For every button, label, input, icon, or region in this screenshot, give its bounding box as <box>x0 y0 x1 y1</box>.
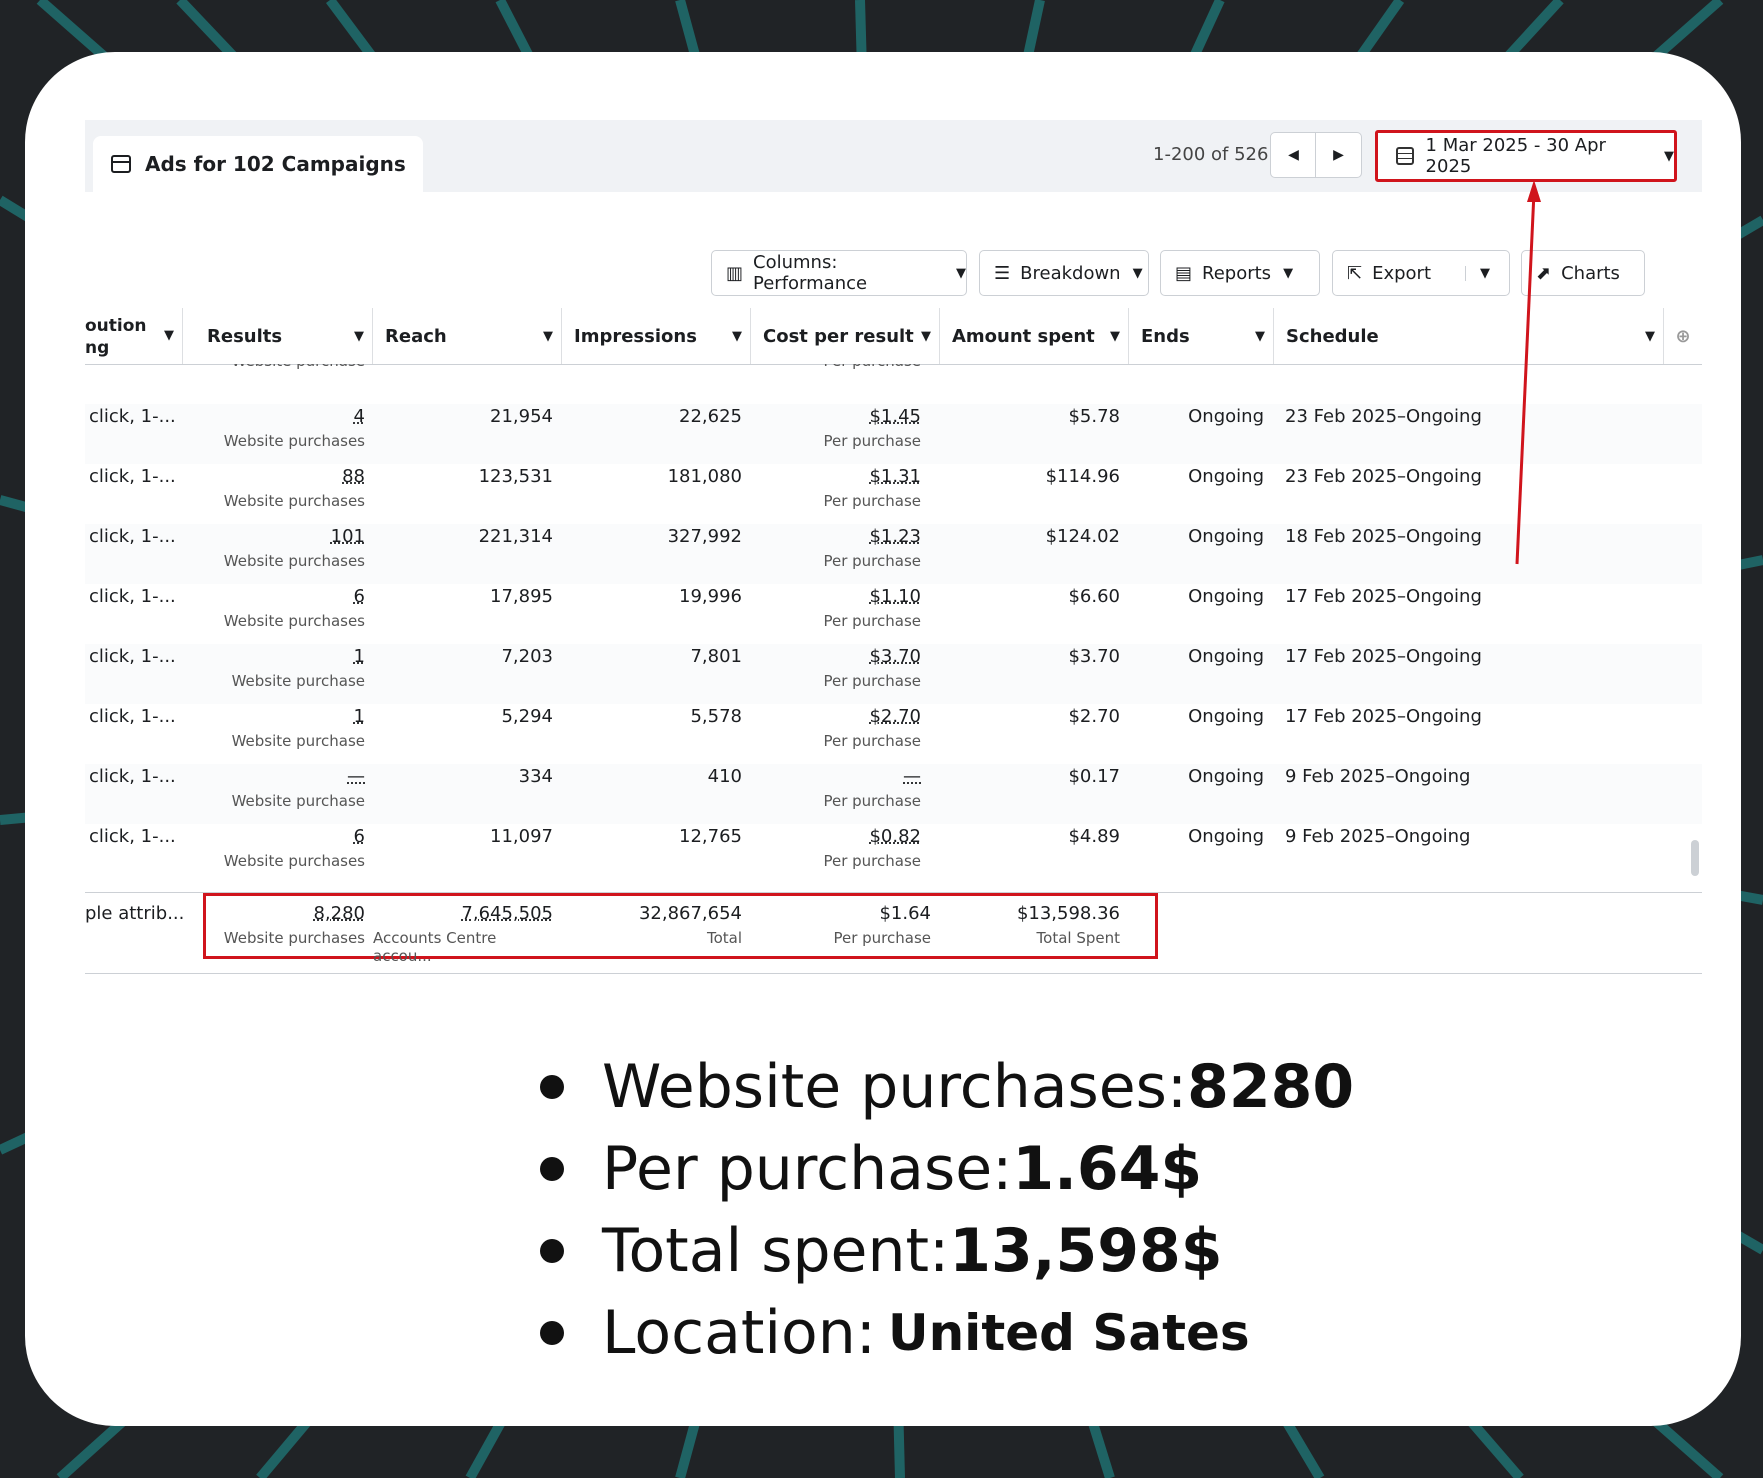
table-cell-results_sub: Website purchases <box>223 852 365 870</box>
table-cell-attr: click, 1-... <box>89 706 176 727</box>
table-cell-cpr: $3.70 <box>869 646 921 667</box>
table-cell-schedule: 9 Feb 2025–Ongoing <box>1285 766 1471 787</box>
table-row[interactable]: click, 1-... 6 Website purchases 11,097 12,7… <box>85 824 1702 884</box>
totals-cost-per-result: $1.64 <box>879 903 931 924</box>
bullet-icon <box>540 1239 564 1263</box>
table-cell-results: 6 <box>353 826 365 847</box>
table-cell-results_sub: Website purchase <box>231 672 365 690</box>
table-cell-cpr_sub: Per purchase <box>823 672 921 690</box>
table-cell-reach: 11,097 <box>490 826 553 847</box>
table-cell-impressions: 5,578 <box>690 706 742 727</box>
table-cell-results_sub: Website purchase <box>231 792 365 810</box>
table-cell-cpr: — <box>903 766 921 787</box>
table-cell-ends: Ongoing <box>1188 646 1264 667</box>
totals-reach: 7,645,505 <box>461 903 553 924</box>
content-card: Ads for 102 Campaigns 1-200 of 526 ◀ ▶ 1… <box>25 52 1741 1426</box>
bullet-icon <box>540 1075 564 1099</box>
table-cell-results_sub: Website purchase <box>231 732 365 750</box>
totals-cost-per-result-sub: Per purchase <box>833 929 931 947</box>
table-cell-ends: Ongoing <box>1188 826 1264 847</box>
table-cell-cpr_sub: Per purchase <box>823 612 921 630</box>
table-cell-cpr: $2.70 <box>869 706 921 727</box>
table-cell-results: 1 <box>353 646 365 667</box>
table-cell-attr: click, 1-... <box>89 586 176 607</box>
table-cell-impressions: 410 <box>707 766 742 787</box>
table-cell-spent: $0.17 <box>1068 766 1120 787</box>
totals-reach-sub: Accounts Centre accou... <box>373 929 497 965</box>
table-cell-attr: click, 1-... <box>89 646 176 667</box>
table-cell-results_sub: Website purchases <box>223 612 365 630</box>
totals-row: ple attrib... 8,280 Website purchases 7,… <box>85 892 1702 974</box>
totals-results: 8,280 <box>313 903 365 924</box>
arrow-head-icon <box>1527 180 1541 202</box>
summary-item: Location: United Sates <box>540 1298 1250 1368</box>
summary-item: Per purchase: 1.64$ <box>540 1134 1202 1204</box>
table-cell-results: 1 <box>353 706 365 727</box>
annotation-arrow <box>1515 180 1541 565</box>
table-row[interactable]: click, 1-... 1 Website purchase 7,203 7,801 $… <box>85 644 1702 704</box>
table-cell-schedule: 9 Feb 2025–Ongoing <box>1285 826 1471 847</box>
table-cell-attr: click, 1-... <box>89 766 176 787</box>
table-cell-impressions: 19,996 <box>679 586 742 607</box>
totals-results-sub: Website purchases <box>223 929 365 947</box>
table-cell-spent: $3.70 <box>1068 646 1120 667</box>
table-cell-cpr_sub: Per purchase <box>823 852 921 870</box>
bullet-icon <box>540 1157 564 1181</box>
table-cell-ends: Ongoing <box>1188 766 1264 787</box>
table-row[interactable]: click, 1-... 1 Website purchase 5,294 5,578 $… <box>85 704 1702 764</box>
table-cell-reach: 17,895 <box>490 586 553 607</box>
summary-item: Total spent: 13,598$ <box>540 1216 1223 1286</box>
table-cell-reach: 5,294 <box>501 706 553 727</box>
totals-attribution: ple attrib... <box>85 903 185 924</box>
table-cell-cpr: $1.10 <box>869 586 921 607</box>
totals-impressions-sub: Total <box>706 929 742 947</box>
table-cell-reach: 7,203 <box>501 646 553 667</box>
table-cell-spent: $2.70 <box>1068 706 1120 727</box>
table-cell-schedule: 17 Feb 2025–Ongoing <box>1285 706 1482 727</box>
table-row[interactable]: click, 1-... — Website purchase 334 410 — Per … <box>85 764 1702 824</box>
table-cell-schedule: 17 Feb 2025–Ongoing <box>1285 586 1482 607</box>
table-cell-cpr: $0.82 <box>869 826 921 847</box>
totals-impressions: 32,867,654 <box>638 903 742 924</box>
scrollbar-thumb[interactable] <box>1691 840 1699 876</box>
table-cell-ends: Ongoing <box>1188 586 1264 607</box>
table-cell-cpr_sub: Per purchase <box>823 792 921 810</box>
table-cell-spent: $6.60 <box>1068 586 1120 607</box>
table-cell-ends: Ongoing <box>1188 706 1264 727</box>
totals-amount-spent-sub: Total Spent <box>1036 929 1120 947</box>
table-cell-impressions: 7,801 <box>690 646 742 667</box>
table-cell-results: — <box>347 766 365 787</box>
summary-item: Website purchases: 8280 <box>540 1052 1354 1122</box>
table-row[interactable]: click, 1-... 6 Website purchases 17,895 19,9… <box>85 584 1702 644</box>
table-cell-results: 6 <box>353 586 365 607</box>
table-cell-spent: $4.89 <box>1068 826 1120 847</box>
table-cell-reach: 334 <box>518 766 553 787</box>
table-cell-attr: click, 1-... <box>89 826 176 847</box>
bullet-icon <box>540 1321 564 1345</box>
table-cell-impressions: 12,765 <box>679 826 742 847</box>
totals-amount-spent: $13,598.36 <box>1016 903 1120 924</box>
table-cell-schedule: 17 Feb 2025–Ongoing <box>1285 646 1482 667</box>
table-cell-cpr_sub: Per purchase <box>823 732 921 750</box>
